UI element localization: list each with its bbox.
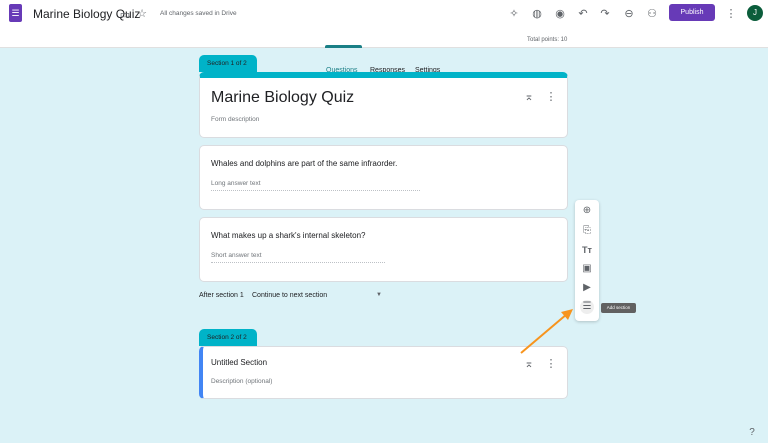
form-description[interactable]: Form description: [211, 116, 259, 123]
star-icon[interactable]: ☆: [135, 7, 149, 20]
preview-icon[interactable]: ◉: [553, 7, 567, 20]
undo-icon[interactable]: ↶: [576, 7, 590, 20]
customize-icon[interactable]: ✧: [507, 7, 521, 20]
add-video-icon[interactable]: ▶: [580, 281, 594, 295]
section-2-label: Section 2 of 2: [199, 329, 257, 346]
tooltip: Add section: [601, 303, 636, 313]
add-section-icon[interactable]: ☰: [580, 300, 594, 314]
section-title[interactable]: Untitled Section: [211, 358, 267, 367]
section-1-label: Section 1 of 2: [199, 55, 257, 72]
answer-placeholder: Short answer text: [211, 252, 385, 263]
question-card[interactable]: Whales and dolphins are part of the same…: [199, 145, 568, 210]
folder-icon[interactable]: ▭: [118, 8, 132, 21]
more-icon[interactable]: ⋮: [544, 90, 558, 103]
after-section-select[interactable]: Continue to next section ▼: [252, 292, 382, 299]
link-icon[interactable]: ⊖: [622, 7, 636, 20]
header: ☰ Marine Biology Quiz ▭ ☆ All changes sa…: [0, 0, 768, 31]
question-text: Whales and dolphins are part of the same…: [211, 159, 398, 168]
add-image-icon[interactable]: ▣: [580, 262, 594, 276]
add-title-icon[interactable]: Tт: [580, 243, 594, 257]
forms-logo-icon[interactable]: ☰: [9, 4, 22, 22]
section-2-header-card[interactable]: Untitled Section Description (optional) …: [199, 346, 568, 399]
add-collaborator-icon[interactable]: ⚇: [645, 7, 659, 20]
answer-placeholder: Long answer text: [211, 180, 420, 191]
section-1-header-card[interactable]: Marine Biology Quiz Form description ⌅ ⋮: [199, 72, 568, 138]
section-description[interactable]: Description (optional): [211, 378, 272, 385]
publish-button[interactable]: Publish: [669, 4, 715, 21]
help-icon[interactable]: ?: [745, 427, 759, 438]
section-title[interactable]: Marine Biology Quiz: [211, 89, 354, 107]
question-card[interactable]: What makes up a shark's internal skeleto…: [199, 217, 568, 282]
import-questions-icon[interactable]: ⎘: [580, 224, 594, 238]
question-text: What makes up a shark's internal skeleto…: [211, 231, 366, 240]
tab-bar: Questions Responses Settings Total point…: [0, 31, 768, 74]
after-section-label: After section 1: [199, 292, 244, 299]
save-status: All changes saved in Drive: [160, 10, 237, 17]
avatar[interactable]: J: [747, 5, 763, 21]
dropdown-arrow-icon: ▼: [376, 292, 382, 298]
palette-icon[interactable]: ◍: [530, 7, 544, 20]
more-icon[interactable]: ⋮: [724, 7, 738, 20]
active-tab-indicator: [325, 45, 362, 48]
annotation-arrow: [520, 309, 573, 354]
redo-icon[interactable]: ↷: [598, 7, 612, 20]
collapse-icon[interactable]: ⌅: [522, 90, 536, 103]
total-points: Total points: 10: [527, 37, 568, 43]
add-question-icon[interactable]: ⊕: [580, 204, 594, 218]
after-section-value: Continue to next section: [252, 292, 328, 299]
